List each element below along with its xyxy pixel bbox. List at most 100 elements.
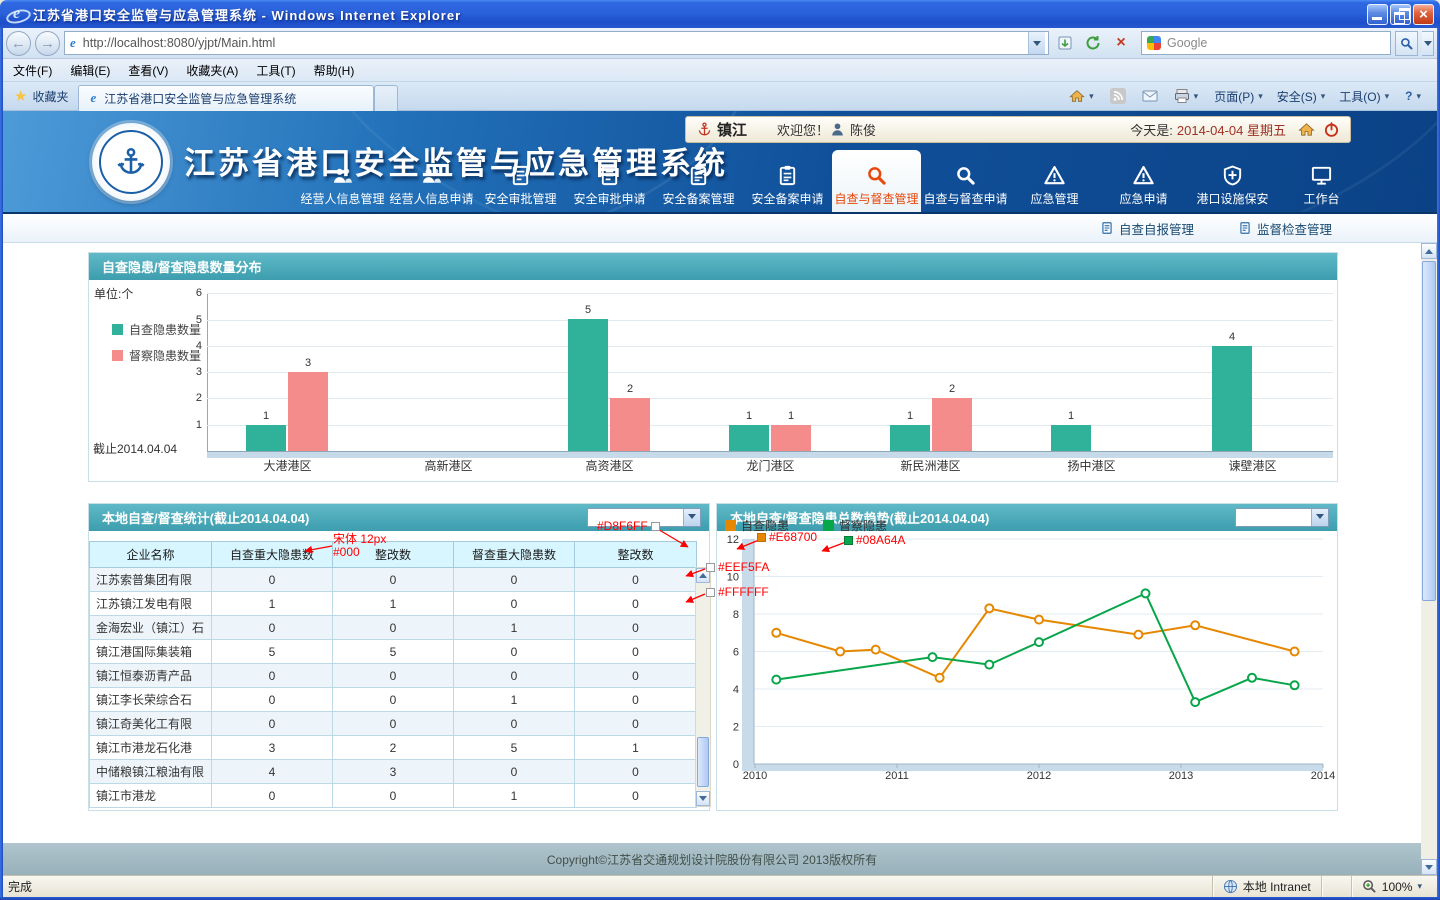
cell: 3: [212, 736, 333, 760]
home-shortcut-button[interactable]: [1298, 121, 1315, 138]
address-dropdown[interactable]: [1028, 32, 1045, 54]
forward-button[interactable]: →: [35, 31, 60, 56]
nav-item-operator-info-apply[interactable]: 经营人信息申请: [387, 150, 476, 212]
cell: 镇江市港龙: [90, 784, 212, 808]
home-button[interactable]: ▾: [1062, 85, 1101, 107]
table-row[interactable]: 江苏镇江发电有限1100: [90, 592, 697, 616]
table-header-row: 企业名称自查重大隐患数整改数督查重大隐患数整改数: [90, 542, 697, 568]
zoom-icon: [1362, 879, 1377, 894]
new-tab-stub[interactable]: [374, 85, 398, 111]
cell: 0: [333, 664, 454, 688]
nav-item-inspection-supervision-manage[interactable]: 自查与督查管理: [832, 150, 921, 212]
menu-item[interactable]: 帮助(H): [305, 59, 364, 82]
cell: 镇江市港龙石化港: [90, 736, 212, 760]
tab-title: 江苏省港口安全监管与应急管理系统: [104, 90, 296, 107]
scroll-up-button[interactable]: [1421, 243, 1437, 259]
svg-text:2010: 2010: [743, 770, 767, 782]
nav-item-emergency-apply[interactable]: 应急申请: [1099, 150, 1188, 212]
cell: 镇江港国际集装箱: [90, 640, 212, 664]
inspection-supervision-apply-icon: [954, 161, 977, 187]
nav-item-label: 工作台: [1303, 190, 1339, 207]
nav-item-operator-info-manage[interactable]: 经营人信息管理: [298, 150, 387, 212]
toolbar-text-button[interactable]: 安全(S)▾: [1270, 85, 1333, 108]
bar-value-label: 1: [729, 410, 769, 422]
logout-button[interactable]: [1323, 121, 1340, 138]
table-row[interactable]: 镇江市港龙0010: [90, 784, 697, 808]
menu-item[interactable]: 工具(T): [247, 59, 304, 82]
scroll-down-button[interactable]: [696, 791, 710, 806]
app-header: 江苏省港口安全监管与应急管理系统 镇江 欢迎您！ 陈俊 今天是: 2014-04…: [0, 111, 1440, 214]
menu-item[interactable]: 收藏夹(A): [177, 59, 247, 82]
sub-nav: 自查自报管理 监督检查管理: [0, 214, 1440, 243]
refresh-button[interactable]: [1081, 31, 1105, 55]
cell: 5: [333, 640, 454, 664]
search-button[interactable]: [1395, 31, 1418, 56]
help-button[interactable]: ? ▾: [1398, 86, 1428, 106]
menu-item[interactable]: 编辑(E): [61, 59, 119, 82]
nav-item-port-facility-security[interactable]: 港口设施保安: [1188, 150, 1277, 212]
address-input[interactable]: e http://localhost:8080/yjpt/Main.html: [64, 31, 1049, 55]
menu-bar: 文件(F)编辑(E)查看(V)收藏夹(A)工具(T)帮助(H): [0, 59, 1440, 82]
menu-item[interactable]: 文件(F): [4, 59, 61, 82]
status-spacer: [1321, 876, 1351, 897]
nav-item-safety-filing-manage[interactable]: 安全备案管理: [654, 150, 743, 212]
category-label: 新民洲港区: [850, 457, 1011, 474]
table-row[interactable]: 镇江市港龙石化港3251: [90, 736, 697, 760]
close-button[interactable]: ×: [1413, 4, 1434, 25]
search-input[interactable]: Google: [1141, 31, 1391, 55]
trend-filter-value: [1236, 509, 1311, 526]
category-label: 谏壁港区: [1172, 457, 1333, 474]
page-scrollbar[interactable]: [1421, 243, 1437, 875]
favorites-label: 收藏夹: [32, 88, 68, 105]
date-value: 2014-04-04 星期五: [1177, 120, 1286, 139]
table-row[interactable]: 镇江港国际集装箱5500: [90, 640, 697, 664]
stop-button[interactable]: ×: [1109, 31, 1133, 55]
table-row[interactable]: 江苏索普集团有限0000: [90, 568, 697, 592]
welcome-label: 欢迎您！: [777, 120, 829, 139]
table-row[interactable]: 镇江恒泰沥青产品0000: [90, 664, 697, 688]
google-logo-icon: [1147, 36, 1161, 50]
nav-item-inspection-supervision-apply[interactable]: 自查与督查申请: [921, 150, 1010, 212]
cell: 0: [333, 616, 454, 640]
nav-item-emergency-manage[interactable]: 应急管理: [1010, 150, 1099, 212]
nav-item-safety-approval-apply[interactable]: 安全审批申请: [565, 150, 654, 212]
window-edge: [0, 28, 3, 897]
nav-item-safety-filing-apply[interactable]: 安全备案申请: [743, 150, 832, 212]
table-row[interactable]: 镇江奇美化工有限0000: [90, 712, 697, 736]
table-row[interactable]: 金海宏业（镇江）石0010: [90, 616, 697, 640]
favorites-button[interactable]: ★ 收藏夹: [4, 84, 78, 109]
maximize-button[interactable]: [1390, 4, 1411, 25]
bar-self-inspection: [568, 319, 608, 451]
toolbar-text-button[interactable]: 工具(O)▾: [1332, 85, 1396, 108]
scroll-thumb[interactable]: [697, 737, 709, 787]
scroll-thumb[interactable]: [1422, 261, 1436, 601]
table-row[interactable]: 镇江李长荣综合石0010: [90, 688, 697, 712]
browser-tab[interactable]: e 江苏省港口安全监管与应急管理系统: [78, 85, 374, 111]
subnav-item-supervision-check-manage[interactable]: 监督检查管理: [1238, 219, 1332, 238]
search-dropdown[interactable]: [1422, 31, 1434, 56]
menu-item[interactable]: 查看(V): [119, 59, 177, 82]
bar-supervision: [610, 398, 650, 451]
nav-item-label: 安全备案管理: [662, 190, 734, 207]
feeds-button[interactable]: [1103, 85, 1133, 107]
zoom-control[interactable]: 100% ▾: [1351, 876, 1432, 897]
combo-arrow-icon[interactable]: [1311, 509, 1328, 526]
svg-text:2011: 2011: [885, 770, 909, 782]
back-button[interactable]: ←: [6, 31, 31, 56]
cell: 江苏索普集团有限: [90, 568, 212, 592]
subnav-item-self-report-manage[interactable]: 自查自报管理: [1100, 219, 1194, 238]
nav-item-safety-approval-manage[interactable]: 安全审批管理: [476, 150, 565, 212]
gridline: [207, 372, 1333, 373]
compatibility-button[interactable]: [1053, 31, 1077, 55]
toolbar-text-button[interactable]: 页面(P)▾: [1207, 85, 1270, 108]
print-button[interactable]: ▾: [1167, 85, 1206, 107]
read-mail-button[interactable]: [1135, 85, 1165, 107]
trend-filter-select[interactable]: [1235, 508, 1329, 527]
table-scrollbar[interactable]: [695, 567, 711, 807]
scroll-down-button[interactable]: [1421, 859, 1437, 875]
browser-toolbar: ▾ ▾ 页面(P)▾安全(S)▾工具(O)▾ ? ▾: [1062, 85, 1436, 108]
nav-item-workbench[interactable]: 工作台: [1277, 150, 1366, 212]
minimize-button[interactable]: [1367, 4, 1388, 25]
combo-arrow-icon[interactable]: [683, 509, 700, 526]
table-row[interactable]: 中储粮镇江粮油有限4300: [90, 760, 697, 784]
